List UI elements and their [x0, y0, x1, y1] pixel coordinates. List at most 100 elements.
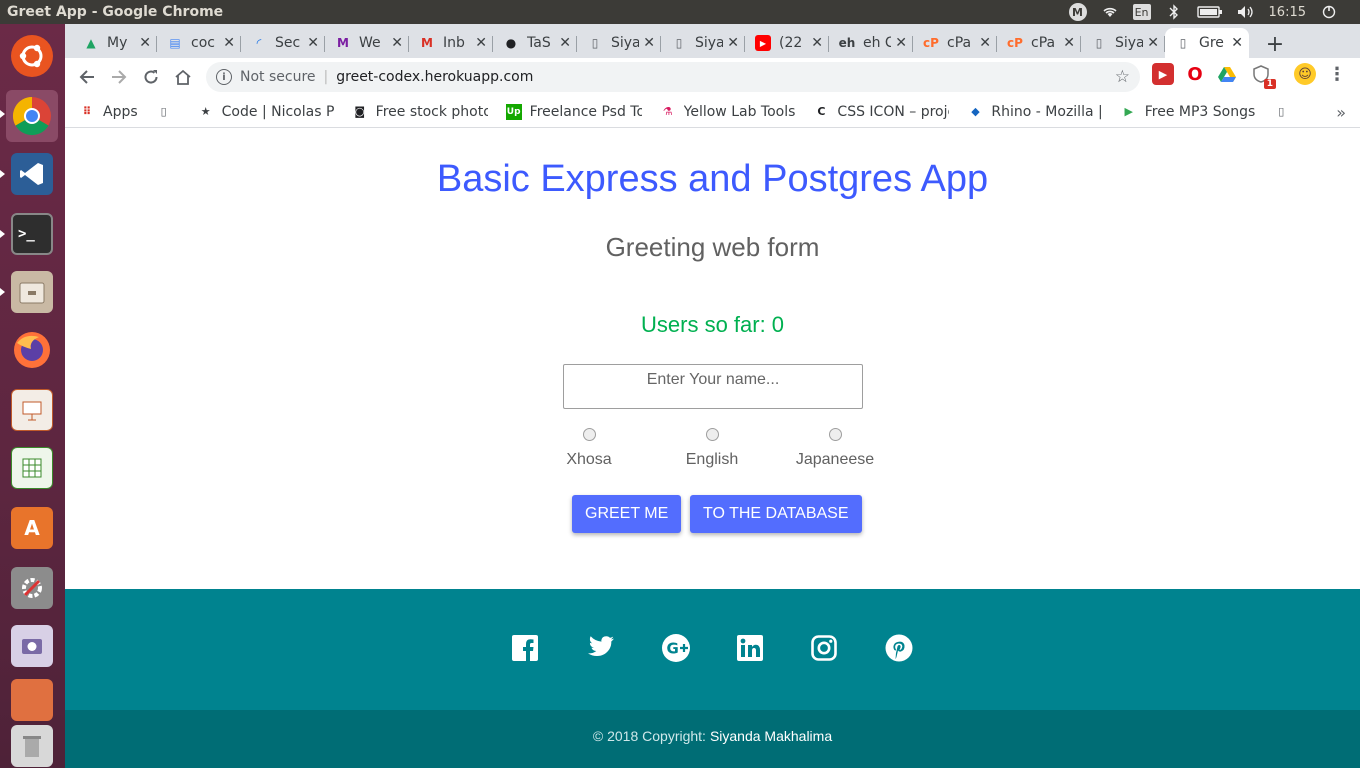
trash-icon[interactable]	[6, 720, 58, 772]
browser-tab[interactable]: ▤ coc ✕	[157, 28, 241, 58]
instagram-icon[interactable]	[809, 633, 839, 663]
facebook-icon[interactable]	[510, 633, 540, 663]
files-launcher-icon[interactable]	[6, 266, 58, 318]
tab-label: cPa	[1031, 35, 1056, 51]
tab-close-icon[interactable]: ✕	[307, 35, 319, 51]
calc-launcher-icon[interactable]	[6, 442, 58, 494]
forward-button[interactable]	[103, 61, 135, 93]
volume-icon[interactable]	[1237, 3, 1255, 21]
bookmark-item[interactable]: Up Freelance Psd To	[505, 103, 642, 120]
greet-me-button[interactable]: GREET ME	[572, 495, 682, 533]
browser-tab[interactable]: eh eh Clie✕	[829, 28, 913, 58]
tab-close-icon[interactable]: ✕	[895, 35, 907, 51]
settings-launcher-icon[interactable]	[6, 562, 58, 614]
bookmark-item[interactable]: ▯	[1273, 104, 1297, 120]
url-text[interactable]: greet-codex.herokuapp.com	[336, 69, 533, 85]
tab-close-icon[interactable]: ✕	[223, 35, 235, 51]
bookmark-item[interactable]: ◆ Rhino - Mozilla |	[967, 104, 1103, 120]
tab-close-icon[interactable]: ✕	[811, 35, 823, 51]
bookmark-item[interactable]: ★ Code | Nicolas Pe	[198, 104, 334, 120]
extension-badge: 1	[1263, 79, 1276, 89]
bookmark-item[interactable]: ▯	[156, 104, 180, 120]
power-icon[interactable]	[1320, 3, 1338, 21]
extension-shield-icon[interactable]: 1	[1250, 63, 1276, 89]
home-button[interactable]	[167, 61, 199, 93]
site-info-icon[interactable]: i	[216, 69, 232, 85]
browser-tab[interactable]: ● TaS ✕	[493, 28, 577, 58]
tab-close-icon[interactable]: ✕	[979, 35, 991, 51]
browser-tab[interactable]: M Inb ✕	[409, 28, 493, 58]
browser-tab[interactable]: cP cPa ✕	[913, 28, 997, 58]
keyboard-icon[interactable]: En	[1132, 4, 1151, 20]
browser-tab[interactable]: ▯ Siya ✕	[577, 28, 661, 58]
firefox-launcher-icon[interactable]	[6, 324, 58, 376]
bookmark-item[interactable]: C CSS ICON – proje	[813, 104, 949, 120]
chrome-launcher-icon[interactable]	[6, 90, 58, 142]
clock[interactable]: 16:15	[1269, 5, 1306, 20]
mendeley-icon[interactable]: M	[1068, 3, 1087, 21]
browser-tab[interactable]: ▯ Siya ✕	[661, 28, 745, 58]
browser-tab[interactable]: ▲ My ✕	[73, 28, 157, 58]
radio-button[interactable]	[582, 428, 596, 441]
linkedin-icon[interactable]	[735, 633, 765, 663]
screenshot-launcher-icon[interactable]	[6, 620, 58, 672]
tab-close-icon[interactable]: ✕	[1063, 35, 1075, 51]
extension-youtube-downloader-icon[interactable]: ▶	[1152, 63, 1174, 85]
tab-close-icon[interactable]: ✕	[727, 35, 739, 51]
bookmark-star-icon[interactable]: ☆	[1115, 67, 1130, 87]
web-page: Basic Express and Postgres App Greeting …	[65, 128, 1360, 768]
browser-tab[interactable]: cP cPa ✕	[997, 28, 1081, 58]
radio-xhosa[interactable]: Xhosa	[534, 428, 644, 469]
tab-close-icon[interactable]: ✕	[391, 35, 403, 51]
pinterest-icon[interactable]	[884, 633, 914, 663]
stacked-apps-icon[interactable]	[6, 674, 58, 726]
radio-english[interactable]: English	[657, 428, 767, 469]
tab-close-icon[interactable]: ✕	[643, 35, 655, 51]
bookmark-label: Free stock photo	[375, 103, 488, 120]
address-bar[interactable]: i Not secure | greet-codex.herokuapp.com…	[206, 62, 1140, 92]
bluetooth-icon[interactable]	[1165, 3, 1183, 21]
tab-label: cPa	[947, 35, 972, 51]
youtube-icon: ▶	[755, 35, 771, 51]
to-database-button[interactable]: TO THE DATABASE	[690, 495, 862, 533]
bookmark-item[interactable]: ⠿ Apps	[79, 104, 138, 120]
extension-google-drive-icon[interactable]	[1216, 63, 1238, 85]
tab-close-icon[interactable]: ✕	[1147, 35, 1159, 51]
twitter-icon[interactable]	[585, 633, 615, 663]
browser-tab[interactable]: M We ✕	[325, 28, 409, 58]
radio-button[interactable]	[705, 428, 719, 441]
bookmarks-overflow-button[interactable]: »	[1336, 103, 1346, 122]
profile-avatar-icon[interactable]: ☺	[1294, 63, 1316, 85]
browser-tab[interactable]: ▯ Siya ✕	[1081, 28, 1165, 58]
terminal-launcher-icon[interactable]: >_	[6, 208, 58, 260]
browser-tab[interactable]: ▶ (22 ✕	[745, 28, 829, 58]
impress-launcher-icon[interactable]	[6, 384, 58, 436]
reload-button[interactable]	[135, 61, 167, 93]
wifi-icon[interactable]	[1101, 3, 1119, 21]
bookmark-item[interactable]: ⚗ Yellow Lab Tools	[660, 104, 796, 120]
back-button[interactable]	[71, 61, 103, 93]
apps-grid-icon: ⠿	[82, 105, 92, 118]
tab-close-icon[interactable]: ✕	[559, 35, 571, 51]
name-input[interactable]	[563, 364, 863, 409]
tab-active[interactable]: ▯ Gre ✕	[1165, 28, 1249, 58]
radio-japanese[interactable]: Japaneese	[780, 428, 890, 469]
extension-opera-icon[interactable]: O	[1184, 63, 1206, 85]
author-link[interactable]: Siyanda Makhalima	[710, 728, 832, 744]
menu-kebab-icon[interactable]: ⋮	[1326, 63, 1348, 85]
google-plus-icon[interactable]: G	[661, 633, 691, 663]
tab-close-icon[interactable]: ✕	[475, 35, 487, 51]
ubuntu-dash-icon[interactable]	[6, 30, 58, 82]
bookmark-item[interactable]: ▶ Free MP3 Songs	[1121, 104, 1255, 120]
software-center-icon[interactable]: A	[6, 502, 58, 554]
tab-close-icon[interactable]: ✕	[1231, 35, 1243, 51]
radio-button[interactable]	[828, 428, 842, 441]
battery-icon[interactable]	[1196, 3, 1223, 21]
bookmark-item[interactable]: ◙ Free stock photo	[352, 103, 488, 120]
new-tab-button[interactable]: +	[1261, 30, 1289, 58]
bookmark-label: Apps	[103, 103, 138, 120]
vscode-launcher-icon[interactable]	[6, 148, 58, 200]
tab-close-icon[interactable]: ✕	[139, 35, 151, 51]
footer-copyright-bar: © 2018 Copyright: Siyanda Makhalima	[65, 710, 1360, 768]
browser-tab[interactable]: ◜ Sec ✕	[241, 28, 325, 58]
